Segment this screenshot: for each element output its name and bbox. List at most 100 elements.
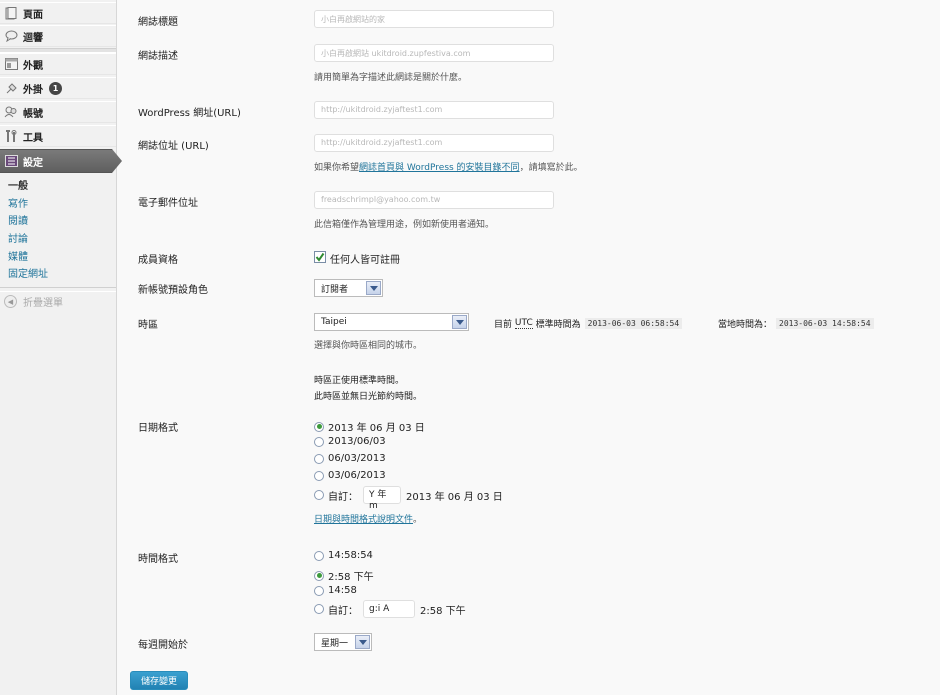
save-changes-button[interactable]: 儲存變更	[130, 671, 188, 690]
local-time-label: 當地時間為：	[718, 320, 773, 330]
collapse-menu-label: 折疊選單	[23, 298, 63, 309]
sidebar-item-users[interactable]: 帳號	[0, 101, 116, 123]
plugin-icon	[4, 81, 18, 95]
submenu-item-permalinks[interactable]: 固定網址	[0, 266, 116, 284]
radio-button[interactable]	[314, 470, 324, 481]
collapse-arrow-icon: ◀	[4, 295, 17, 308]
wp-url-input[interactable]: http://ukitdroid.zyjaftest1.com	[314, 101, 554, 119]
email-input[interactable]: freadschrimpl@yahoo.com.tw	[314, 191, 554, 209]
option-label: 14:58:54	[328, 550, 373, 561]
default-role-value: 訂閱者	[321, 284, 349, 295]
utc-time-info: 目前 UTC 標準時間為 2013-06-03 06:58:54	[494, 317, 683, 330]
collapse-menu-button[interactable]: ◀ 折疊選單	[4, 294, 63, 309]
tools-icon	[4, 129, 18, 143]
date-format-label: 日期格式	[138, 423, 178, 434]
week-start-select[interactable]: 星期一	[314, 633, 372, 651]
radio-button[interactable]	[314, 453, 324, 464]
radio-button[interactable]	[314, 490, 324, 500]
sidebar-item-label: 設定	[23, 157, 43, 169]
radio-button[interactable]	[314, 421, 324, 432]
submenu-item-writing[interactable]: 寫作	[0, 196, 116, 214]
submenu-item-media[interactable]: 媒體	[0, 249, 116, 267]
anyone-can-register-label: 任何人皆可註冊	[330, 255, 400, 266]
tagline-input[interactable]: 小白再啟網站 ukitdroid.zupfestiva.com	[314, 44, 554, 62]
tagline-label: 網誌描述	[138, 51, 178, 62]
time-format-option[interactable]: 14:58	[314, 585, 357, 596]
custom-time-preview: 2:58 下午	[420, 605, 466, 617]
update-count-badge: 1	[49, 81, 62, 95]
utc-abbr: UTC	[514, 318, 533, 329]
sidebar-item-label: 外掛	[23, 84, 43, 96]
date-time-doc-link[interactable]: 日期與時間格式說明文件	[314, 515, 413, 525]
sidebar-item-label: 迴響	[23, 32, 43, 44]
date-format-custom-option[interactable]: 自訂： Y 年 m 2013 年 06 月 03 日	[314, 486, 503, 511]
menu-separator	[0, 287, 116, 292]
radio-button[interactable]	[314, 550, 324, 561]
option-label: 自訂：	[328, 605, 358, 617]
radio-button[interactable]	[314, 604, 324, 614]
timezone-note-standard: 時區正使用標準時間。	[314, 376, 405, 386]
timezone-label: 時區	[138, 320, 158, 331]
site-title-label: 網誌標題	[138, 17, 178, 28]
sidebar-item-label: 頁面	[23, 9, 43, 21]
sidebar-item-comments[interactable]: 迴響	[0, 25, 116, 47]
submenu-item-discussion[interactable]: 討論	[0, 231, 116, 249]
option-label: 14:58	[328, 585, 357, 596]
local-time-value: 2013-06-03 14:58:54	[776, 318, 874, 329]
option-label: 2013 年 06 月 03 日	[328, 423, 425, 434]
sidebar-item-appearance[interactable]: 外觀	[0, 53, 116, 75]
utc-prefix: 目前	[494, 320, 513, 330]
timezone-value: Taipei	[321, 317, 347, 327]
sidebar-item-label: 工具	[23, 132, 43, 144]
custom-time-format-input[interactable]: g:i A	[363, 600, 415, 618]
week-start-label: 每週開始於	[138, 640, 188, 651]
anyone-can-register-checkbox[interactable]	[314, 251, 326, 263]
custom-date-preview: 2013 年 06 月 03 日	[406, 491, 503, 503]
timezone-select[interactable]: Taipei	[314, 313, 469, 331]
sidebar-item-label: 帳號	[23, 108, 43, 120]
utc-suffix: 標準時間為	[535, 320, 581, 330]
sidebar-item-settings[interactable]: 設定	[0, 149, 122, 173]
checkmark-icon	[315, 252, 325, 262]
site-url-help-link[interactable]: 網誌首頁與 WordPress 的安裝目錄不同	[359, 163, 520, 173]
sidebar-item-plugins[interactable]: 外掛 1	[0, 77, 116, 99]
custom-date-format-input[interactable]: Y 年 m	[363, 486, 401, 511]
chevron-down-icon	[355, 635, 370, 649]
date-format-option[interactable]: 2013/06/03	[314, 436, 386, 447]
time-format-option[interactable]: 2:58 下午	[314, 568, 374, 583]
submenu-item-general[interactable]: 一般	[0, 178, 116, 196]
chevron-down-icon	[452, 315, 467, 329]
radio-button[interactable]	[314, 570, 324, 581]
radio-button[interactable]	[314, 585, 324, 596]
doc-link-period: 。	[413, 515, 423, 525]
local-time-info: 當地時間為： 2013-06-03 14:58:54	[718, 317, 874, 330]
sidebar-item-pages[interactable]: 頁面	[0, 2, 116, 24]
time-format-option[interactable]: 14:58:54	[314, 550, 373, 561]
site-url-label: 網誌位址 (URL)	[138, 141, 209, 152]
time-format-custom-option[interactable]: 自訂： g:i A 2:58 下午	[314, 600, 466, 618]
timezone-note-dst: 此時區並無日光節約時間。	[314, 392, 423, 402]
chevron-down-icon	[366, 281, 381, 295]
radio-button[interactable]	[314, 436, 324, 447]
option-label: 2:58 下午	[328, 572, 374, 583]
site-url-desc-prefix: 如果你希望	[314, 163, 360, 173]
site-title-input[interactable]: 小白再啟網站的家	[314, 10, 554, 28]
comment-icon	[4, 29, 18, 43]
date-format-option[interactable]: 03/06/2013	[314, 470, 386, 481]
settings-icon	[4, 154, 18, 168]
option-label: 2013/06/03	[328, 436, 386, 447]
option-label: 自訂：	[328, 491, 358, 503]
site-url-input[interactable]: http://ukitdroid.zyjaftest1.com	[314, 134, 554, 152]
wp-url-label: WordPress 網址(URL)	[138, 108, 241, 119]
submenu-item-reading[interactable]: 閱讀	[0, 213, 116, 231]
default-role-label: 新帳號預設角色	[138, 285, 208, 296]
date-format-option[interactable]: 2013 年 06 月 03 日	[314, 419, 425, 434]
date-time-doc-link-wrap: 日期與時間格式說明文件。	[314, 512, 422, 525]
date-format-option[interactable]: 06/03/2013	[314, 453, 386, 464]
email-description: 此信箱僅作為管理用途，例如新使用者通知。	[314, 220, 495, 230]
users-icon	[4, 105, 18, 119]
sidebar-item-tools[interactable]: 工具	[0, 125, 116, 147]
admin-sidebar: 頁面 迴響 外觀 外掛 1 帳號 工具 設定 一般 寫作 閱讀 討論 媒體 固定…	[0, 0, 122, 695]
default-role-select[interactable]: 訂閱者	[314, 279, 383, 297]
option-label: 03/06/2013	[328, 470, 386, 481]
